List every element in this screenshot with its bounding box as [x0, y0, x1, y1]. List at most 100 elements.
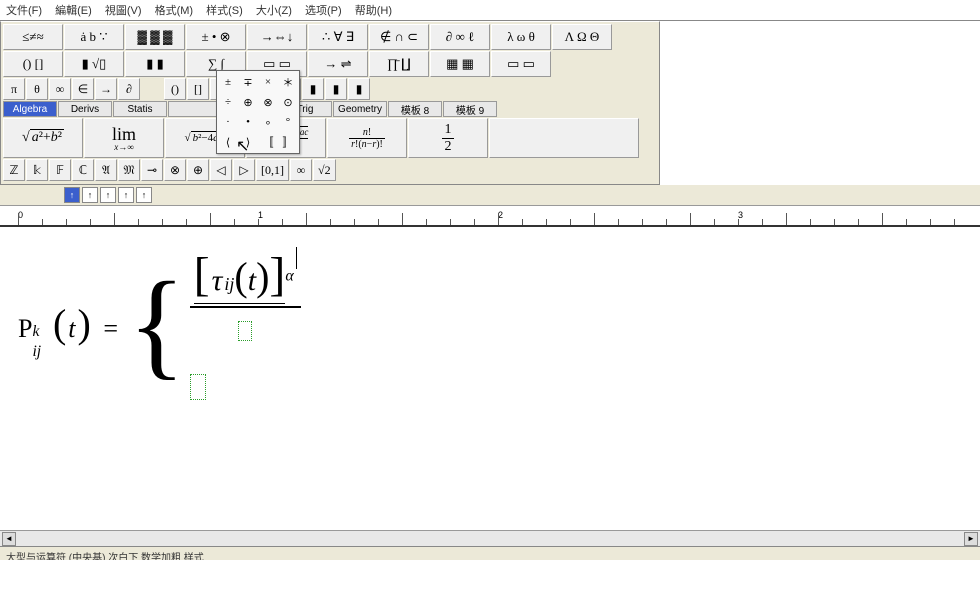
- template-fractions[interactable]: ▮ √▯: [64, 51, 124, 77]
- menu-item[interactable]: 选项(P): [305, 5, 342, 17]
- ruler: 0 1 2 3: [0, 206, 980, 226]
- status-bar: 大型与运算符 (中央基) 次白下 数学加粗 样式: [0, 546, 980, 560]
- sym-z[interactable]: ℤ: [3, 159, 25, 181]
- template-boxes[interactable]: ▭ ▭: [491, 51, 551, 77]
- view-icon-4[interactable]: ↑: [118, 187, 134, 203]
- tab-derivs[interactable]: Derivs: [58, 101, 112, 117]
- pop-div[interactable]: ÷: [219, 93, 237, 111]
- sym-theta[interactable]: θ: [26, 78, 48, 100]
- tab-template9[interactable]: 模板 9: [443, 101, 497, 117]
- pop-oplus[interactable]: ⊕: [239, 93, 257, 111]
- formula-lhs: Pkij (t) =: [18, 300, 124, 347]
- pop-ast[interactable]: ＊: [279, 73, 297, 91]
- sym-interval[interactable]: [0,1]: [256, 159, 289, 181]
- sym-pi[interactable]: π: [3, 78, 25, 100]
- tmpl-slot2[interactable]: ▮: [325, 78, 347, 100]
- template-fences[interactable]: () []: [3, 51, 63, 77]
- menu-item[interactable]: 样式(S): [206, 5, 243, 17]
- template-matrices[interactable]: ▦ ▦: [430, 51, 490, 77]
- sym-frakm[interactable]: 𝔐: [118, 159, 140, 181]
- palette-arrows[interactable]: →⇔↓: [247, 24, 307, 50]
- sym-ltri[interactable]: ◁: [210, 159, 232, 181]
- template-labelarrows[interactable]: → ⇌: [308, 51, 368, 77]
- pop-cdot[interactable]: ·: [219, 113, 237, 131]
- snippet-sqrt-ab[interactable]: √a²+b²: [3, 118, 83, 158]
- view-icon-3[interactable]: ↑: [100, 187, 116, 203]
- pop-mp[interactable]: ∓: [239, 73, 257, 91]
- pop-ldbrack[interactable]: 〚: [259, 133, 277, 151]
- template-products[interactable]: ∏̄ ∐̣: [369, 51, 429, 77]
- pop-langle[interactable]: ⟨: [219, 133, 237, 151]
- tab-blank[interactable]: [168, 101, 222, 117]
- tab-statis[interactable]: Statis: [113, 101, 167, 117]
- tab-algebra[interactable]: Algebra: [3, 101, 57, 117]
- palette-relations[interactable]: ≤≠≈: [3, 24, 63, 50]
- pop-pm[interactable]: ±: [219, 73, 237, 91]
- sym-oplus[interactable]: ⊕: [187, 159, 209, 181]
- template-subsup[interactable]: ▮ ▮: [125, 51, 185, 77]
- palette-spaces[interactable]: ȧ b ∵: [64, 24, 124, 50]
- placeholder[interactable]: [190, 374, 206, 400]
- tmpl-bracket[interactable]: []: [187, 78, 209, 100]
- sym-lollipop[interactable]: ⊸: [141, 159, 163, 181]
- pop-deg[interactable]: °: [279, 113, 297, 131]
- menu-item[interactable]: 格式(M): [155, 5, 194, 17]
- sym-k[interactable]: 𝕜: [26, 159, 48, 181]
- sym-fraka[interactable]: 𝔄: [95, 159, 117, 181]
- tmpl-paren[interactable]: (): [164, 78, 186, 100]
- menu-item[interactable]: 大小(Z): [256, 5, 292, 17]
- menu-bar: 文件(F) 編輯(E) 視圖(V) 格式(M) 样式(S) 大小(Z) 选项(P…: [0, 0, 980, 21]
- sym-in[interactable]: ∈: [72, 78, 94, 100]
- pop-circ[interactable]: ∘: [259, 113, 277, 131]
- palette-greek-lower[interactable]: λ ω θ: [491, 24, 551, 50]
- snippet-limit[interactable]: lim x→∞: [84, 118, 164, 158]
- palette-embellish[interactable]: ▓ ▓ ▓: [125, 24, 185, 50]
- snippet-combination[interactable]: n! r!(n−r)!: [327, 118, 407, 158]
- pop-rangle[interactable]: ⟩: [239, 133, 257, 151]
- menu-item[interactable]: 編輯(E): [55, 5, 92, 17]
- formula: Pkij (t) = { [ τij (t) ] α: [18, 247, 301, 400]
- pop-odot[interactable]: ⊙: [279, 93, 297, 111]
- pop-rdbrack[interactable]: 〛: [279, 133, 297, 151]
- view-icon-1[interactable]: ↑: [64, 187, 80, 203]
- pop-otimes[interactable]: ⊗: [259, 93, 277, 111]
- menu-item[interactable]: 帮助(H): [355, 5, 392, 17]
- symbol-toolbar: ≤≠≈ ȧ b ∵ ▓ ▓ ▓ ± • ⊗ →⇔↓ ∴ ∀ ∃ ∉ ∩ ⊂ ∂ …: [0, 21, 660, 185]
- h-scrollbar[interactable]: ◄ ►: [0, 530, 980, 546]
- sym-c[interactable]: ℂ: [72, 159, 94, 181]
- menu-item[interactable]: 文件(F): [6, 5, 42, 17]
- sym-partial[interactable]: ∂: [118, 78, 140, 100]
- sym-sqrt2[interactable]: √2: [313, 159, 336, 181]
- palette-greek-upper[interactable]: Λ Ω Θ: [552, 24, 612, 50]
- sym-otimes[interactable]: ⊗: [164, 159, 186, 181]
- sym-infty[interactable]: ∞: [49, 78, 71, 100]
- pop-bullet[interactable]: •: [239, 113, 257, 131]
- snippet-blank[interactable]: [489, 118, 639, 158]
- tmpl-slot3[interactable]: ▮: [348, 78, 370, 100]
- pop-times[interactable]: ×: [259, 73, 277, 91]
- numerator: [ τij (t) ] α: [190, 247, 301, 308]
- sym-to[interactable]: →: [95, 78, 117, 100]
- tab-geometry[interactable]: Geometry: [333, 101, 387, 117]
- status-text: 大型与运算符 (中央基) 次白下 数学加粗 样式: [6, 553, 204, 560]
- palette-settheory[interactable]: ∉ ∩ ⊂: [369, 24, 429, 50]
- view-icon-2[interactable]: ↑: [82, 187, 98, 203]
- palette-misc[interactable]: ∂ ∞ ℓ: [430, 24, 490, 50]
- sym-f[interactable]: 𝔽: [49, 159, 71, 181]
- placeholder[interactable]: [238, 321, 252, 341]
- palette-logic[interactable]: ∴ ∀ ∃: [308, 24, 368, 50]
- menu-item[interactable]: 視圖(V): [105, 5, 142, 17]
- tab-template8[interactable]: 模板 8: [388, 101, 442, 117]
- palette-operators[interactable]: ± • ⊗: [186, 24, 246, 50]
- brace-icon: {: [128, 276, 186, 372]
- scroll-right-icon[interactable]: ►: [964, 532, 978, 546]
- snippet-half[interactable]: 12: [408, 118, 488, 158]
- sym-rtri[interactable]: ▷: [233, 159, 255, 181]
- view-icon-5[interactable]: ↑: [136, 187, 152, 203]
- view-icons: ↑ ↑ ↑ ↑ ↑: [0, 185, 980, 206]
- equation-editor[interactable]: Pkij (t) = { [ τij (t) ] α ◄ ►: [0, 226, 980, 546]
- tmpl-slot1[interactable]: ▮: [302, 78, 324, 100]
- operator-popup: ± ∓ × ＊ ÷ ⊕ ⊗ ⊙ · • ∘ ° ⟨ ⟩ 〚 〛: [216, 70, 300, 154]
- sym-infty2[interactable]: ∞: [290, 159, 312, 181]
- scroll-left-icon[interactable]: ◄: [2, 532, 16, 546]
